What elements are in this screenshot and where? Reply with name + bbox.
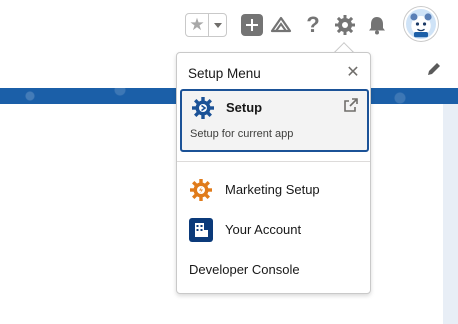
global-actions-button[interactable] — [241, 14, 263, 36]
account-building-icon — [189, 218, 213, 242]
setup-menu-item-your-account[interactable]: Your Account — [177, 213, 370, 247]
user-avatar[interactable] — [404, 7, 438, 41]
close-icon[interactable]: ✕ — [345, 65, 361, 81]
favorites-group: ★ — [185, 13, 227, 37]
setup-menu-item-developer-console[interactable]: Developer Console — [177, 253, 370, 287]
setup-menu-title: Setup Menu — [188, 66, 261, 81]
setup-menu-item-description: Setup for current app — [190, 128, 294, 140]
setup-menu-item-label: Setup — [226, 100, 263, 115]
setup-gear-icon — [192, 97, 214, 119]
marketing-gear-icon — [190, 179, 212, 201]
your-account-label: Your Account — [225, 222, 302, 237]
favorites-list-button[interactable] — [208, 14, 226, 36]
setup-menu-item-setup[interactable]: Setup Setup for current app — [180, 89, 369, 152]
page-content-edge — [443, 104, 458, 324]
developer-console-label: Developer Console — [189, 262, 300, 277]
global-header: ★ ? — [0, 0, 458, 52]
open-in-new-tab-icon[interactable] — [343, 97, 359, 113]
app-root: ★ ? Setup Menu ✕ Setup Setup for current… — [0, 0, 458, 324]
setup-menu-dropdown: Setup Menu ✕ Setup Setup for current app… — [176, 52, 371, 294]
help-button[interactable]: ? — [302, 14, 324, 36]
edit-pencil-icon[interactable] — [426, 61, 442, 77]
astro-avatar-icon — [410, 13, 432, 38]
menu-divider — [177, 161, 370, 162]
marketing-setup-label: Marketing Setup — [225, 182, 320, 197]
notifications-bell-icon[interactable] — [366, 14, 388, 36]
favorites-star-button[interactable]: ★ — [186, 14, 208, 36]
setup-gear-icon[interactable] — [334, 14, 356, 36]
setup-menu-item-marketing-setup[interactable]: Marketing Setup — [177, 173, 370, 207]
trailhead-icon[interactable] — [270, 14, 292, 36]
